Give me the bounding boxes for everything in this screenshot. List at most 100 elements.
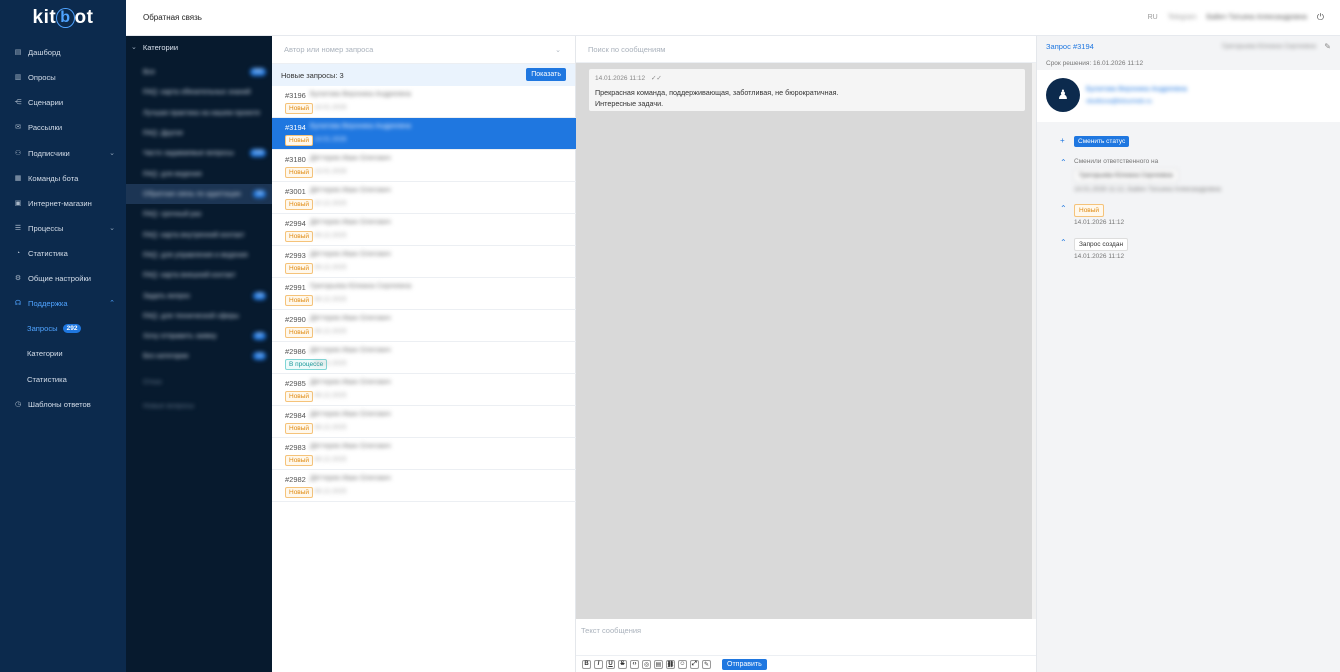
emoji-icon[interactable]: ☺ <box>678 659 687 669</box>
plus-icon[interactable]: + <box>1060 136 1065 145</box>
compose-placeholder: Текст сообщения <box>581 626 642 635</box>
nav-sub-categories[interactable]: Категории <box>0 344 126 362</box>
category-item[interactable]: FAQ: карта обязательных знаний <box>126 82 272 102</box>
current-user[interactable]: Байич Татьяна Александровна <box>1207 14 1307 21</box>
category-item[interactable]: Хочу отправить заявку 37 <box>126 326 272 346</box>
nav-item-processes[interactable]: ☰ Процессы ⌄ <box>0 219 126 237</box>
request-date: 08.12.2025 <box>314 392 347 399</box>
request-row[interactable]: #2983 Дёгтерев Иван Олегович Новый 08.12.20… <box>272 438 576 470</box>
nav-item-scenarios[interactable]: ⋲ Сценарии <box>0 93 126 111</box>
category-item[interactable]: Задать вопрос 23 <box>126 286 272 306</box>
request-row[interactable]: #2994 Дёгтерев Иван Олегович Новый 09.12.20… <box>272 214 576 246</box>
category-item[interactable]: Все 292 <box>126 62 272 82</box>
request-row[interactable]: #3180 Дёгтерев Иван Олегович Новый 13.01.20… <box>272 150 576 182</box>
nav-item-statistics[interactable]: ◔ Статистика <box>0 244 126 262</box>
language-switch[interactable]: RU <box>1148 14 1158 21</box>
status-badge: Новый <box>285 135 314 146</box>
category-item[interactable]: FAQ: срочный раз <box>126 204 272 224</box>
nav-item-templates[interactable]: ◷ Шаблоны ответов <box>0 395 126 413</box>
request-row[interactable]: #2993 Дёгтерев Иван Олегович Новый 09.12.20… <box>272 246 576 278</box>
request-row[interactable]: #2990 Дёгтерев Иван Олегович Новый 08.12.20… <box>272 310 576 342</box>
avatar: ♟ <box>1046 78 1080 112</box>
status-badge: Новый <box>285 487 314 498</box>
category-item[interactable]: FAQ: карта внешний контакт <box>126 265 272 285</box>
request-row[interactable]: #3196 Булатова Вероника Андреевна Новый 14.… <box>272 86 576 118</box>
request-row[interactable]: #2985 Дёгтерев Иван Олегович Новый 08.12.20… <box>272 374 576 406</box>
app-logo[interactable]: kit b ot <box>0 0 126 36</box>
telegram-link[interactable]: Telegram <box>1168 14 1197 21</box>
nav-item-shop[interactable]: ▣ Интернет-магазин <box>0 194 126 212</box>
nav-sub-requests[interactable]: Запросы 292 <box>0 319 126 337</box>
category-item[interactable]: Лучшая практика на нашем проекте <box>126 103 272 123</box>
link-icon[interactable]: ⛓ <box>666 659 675 669</box>
category-item[interactable]: Без категории 12 <box>126 346 272 366</box>
category-label: Без категории <box>143 352 189 360</box>
category-label: FAQ: карта внутренний контакт <box>143 231 245 239</box>
category-label: FAQ: карта обязательных знаний <box>143 88 251 96</box>
nav-item-support[interactable]: ☊ Поддержка ⌃ <box>0 294 126 312</box>
category-item[interactable]: Отказ <box>126 372 272 392</box>
bold-icon[interactable]: B <box>582 659 591 669</box>
send-button[interactable]: Отправить <box>722 658 767 670</box>
chat-panel: Поиск по сообщениям 14.01.2026 11:12 ✓✓ … <box>576 36 1036 672</box>
chevron-down-icon[interactable]: ⌄ <box>555 46 561 54</box>
italic-icon[interactable]: I <box>594 659 603 669</box>
underline-icon[interactable]: U <box>606 659 615 669</box>
assignee-name[interactable]: Григорьева Юлиана Сергеевна <box>1222 43 1316 50</box>
categories-header[interactable]: ⌄ Категории <box>126 36 272 58</box>
request-row[interactable]: #3194 Булатова Вероника Андреевна Новый 14.… <box>272 118 576 150</box>
logout-icon[interactable]: ⏻ <box>1317 12 1324 23</box>
request-id: #2982 <box>285 475 306 484</box>
nav-item-surveys[interactable]: ▥ Опросы <box>0 68 126 86</box>
status-badge: Новый <box>285 167 314 178</box>
edit-icon[interactable]: ✎ <box>1324 42 1331 51</box>
category-item[interactable]: Обратная связь по адаптации 34 <box>126 184 272 204</box>
message-search-input[interactable]: Поиск по сообщениям <box>576 36 1036 63</box>
category-item[interactable]: FAQ: для технической сферы <box>126 306 272 326</box>
request-row[interactable]: #2986 Дёгтерев Иван Олегович В процессе 08.… <box>272 342 576 374</box>
nav-item-settings[interactable]: ⚙ Общие настройки <box>0 269 126 287</box>
nav-label: Рассылки <box>28 122 63 132</box>
category-item[interactable]: Новые вопросы <box>126 396 272 416</box>
requests-search-input[interactable]: Автор или номер запроса ⌄ <box>272 36 575 64</box>
category-item[interactable]: Часто задаваемые вопросы 104 <box>126 143 272 163</box>
request-row[interactable]: #2991 Григорьева Юлиана Сергеевна Новый 08.… <box>272 278 576 310</box>
request-author: Григорьева Юлиана Сергеевна <box>310 283 412 290</box>
message-input[interactable]: Текст сообщения <box>576 619 1036 655</box>
category-label: FAQ: карта внешний контакт <box>143 271 236 279</box>
change-status-button[interactable]: Сменить статус <box>1074 136 1130 147</box>
requester-name[interactable]: Булатова Вероника Андреевна <box>1086 86 1187 93</box>
chevron-up-icon[interactable]: ⌃ <box>1060 158 1067 167</box>
category-item[interactable]: FAQ: для управления и ведения <box>126 245 272 265</box>
attach-icon[interactable]: ✎ <box>702 659 711 669</box>
requester-card: ♟ Булатова Вероника Андреевна vbulitova@… <box>1037 70 1340 122</box>
category-item[interactable]: FAQ: карта внутренний контакт <box>126 225 272 245</box>
quote-icon[interactable]: ▤ <box>654 659 663 669</box>
category-item[interactable]: FAQ: для ведения <box>126 164 272 184</box>
nav-item-mailings[interactable]: ✉ Рассылки <box>0 118 126 136</box>
strikethrough-icon[interactable]: S <box>618 659 627 669</box>
chevron-up-icon[interactable]: ⌃ <box>1060 238 1067 247</box>
category-count-badge: 12 <box>253 352 266 360</box>
request-date: 09.12.2025 <box>314 232 347 239</box>
scenario-icon: ⋲ <box>14 99 22 106</box>
nav-item-subscribers[interactable]: ⚇ Подписчики ⌄ <box>0 144 126 162</box>
request-row[interactable]: #2982 Дёгтерев Иван Олегович Новый 08.12.20… <box>272 470 576 502</box>
spoiler-icon[interactable]: ◎ <box>642 659 651 669</box>
nav-label: Опросы <box>28 72 56 82</box>
nav-item-bot-commands[interactable]: ▦ Команды бота <box>0 169 126 187</box>
request-row[interactable]: #3001 Дёгтерев Иван Олегович Новый 10.12.20… <box>272 182 576 214</box>
expand-icon[interactable]: ⤢ <box>690 659 699 669</box>
nav-label: Статистика <box>27 374 67 384</box>
nav-item-dashboard[interactable]: ▤ Дашборд <box>0 43 126 61</box>
due-date: Срок решения: 16.01.2026 11:12 <box>1046 59 1144 67</box>
chevron-down-icon: ⌄ <box>109 225 115 232</box>
requester-email[interactable]: vbulitova@kitsomeb.ru <box>1086 98 1152 105</box>
code-icon[interactable]: ‹› <box>630 659 639 669</box>
request-author: Дёгтерев Иван Олегович <box>310 251 391 258</box>
chevron-up-icon[interactable]: ⌃ <box>1060 204 1067 213</box>
show-new-button[interactable]: Показать <box>526 68 566 81</box>
nav-sub-statistics[interactable]: Статистика <box>0 370 126 388</box>
request-row[interactable]: #2984 Дёгтерев Иван Олегович Новый 08.12.20… <box>272 406 576 438</box>
category-item[interactable]: FAQ: Другое <box>126 123 272 143</box>
